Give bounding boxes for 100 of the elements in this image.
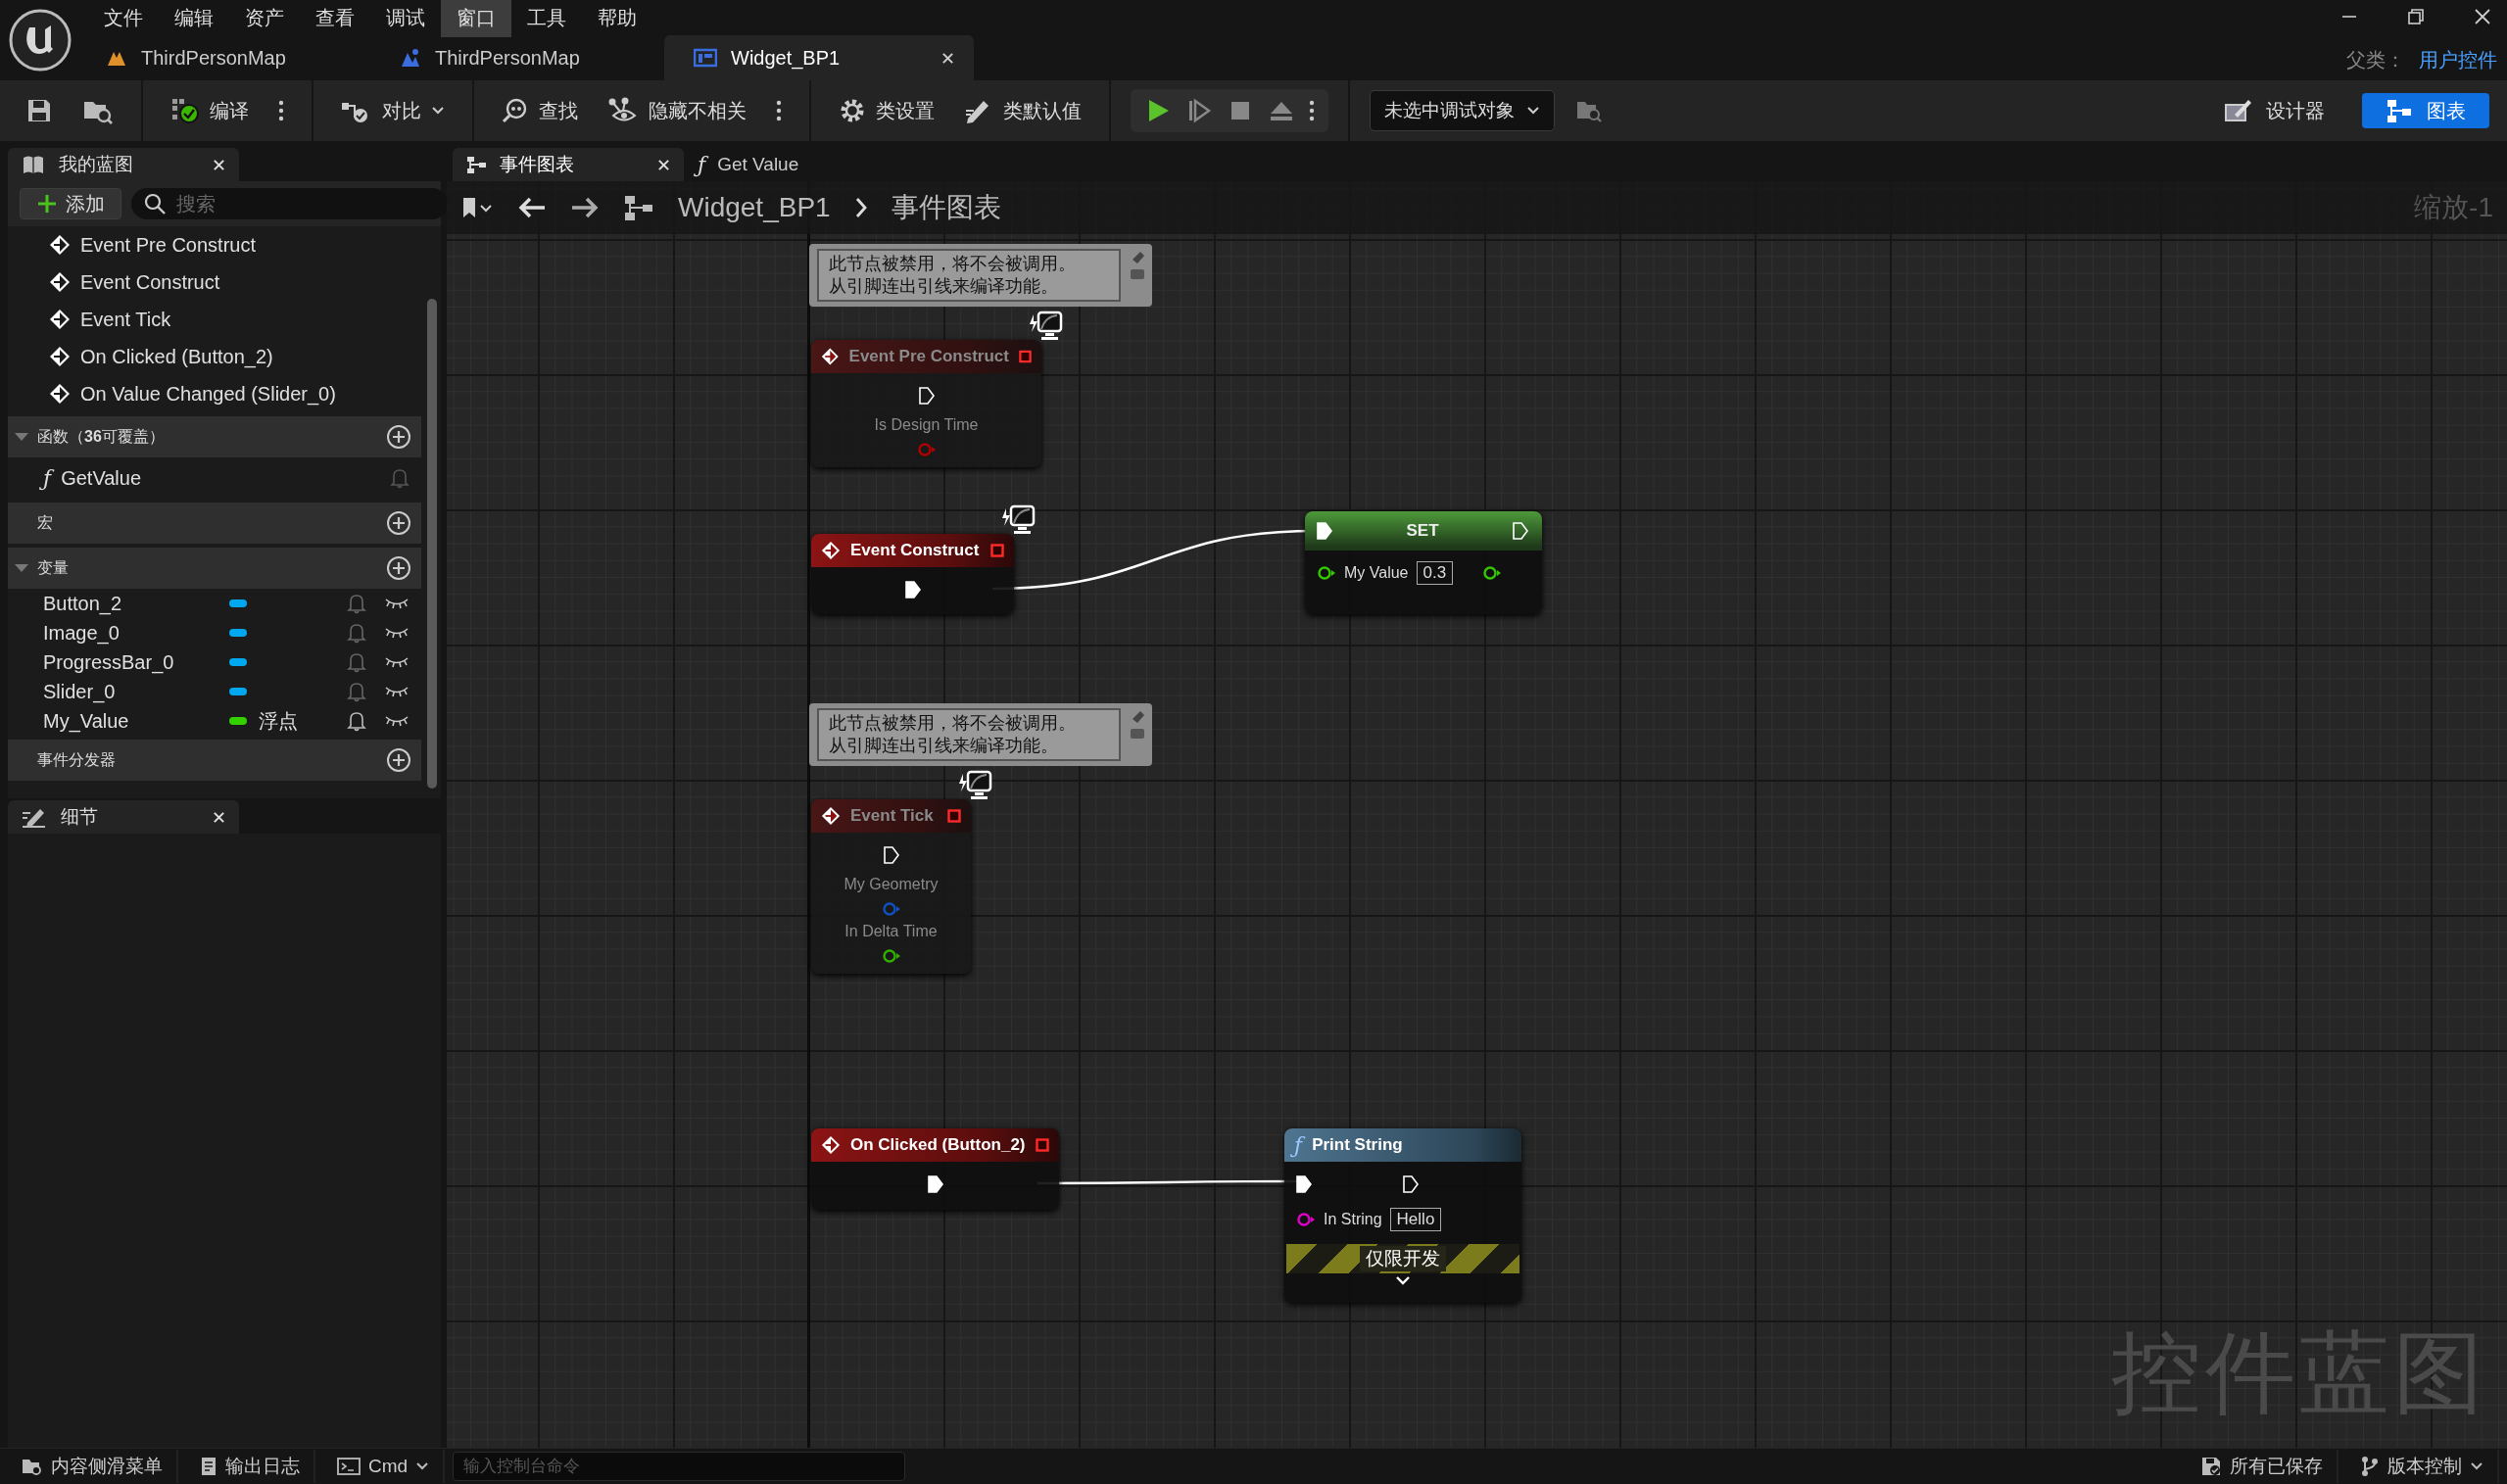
search-field[interactable]: 搜索: [131, 188, 448, 219]
exec-pin-icon[interactable]: [904, 581, 921, 598]
graph-node[interactable]: SET My Value 0.3: [1305, 511, 1542, 614]
forward-arrow-icon[interactable]: [570, 196, 600, 219]
closed-eye-icon[interactable]: [384, 685, 410, 698]
add-button[interactable]: 添加: [20, 188, 121, 219]
menu-item[interactable]: 资产: [229, 0, 300, 37]
graph-node[interactable]: On Clicked (Button_2): [811, 1128, 1059, 1210]
compile-button[interactable]: 编译: [163, 97, 257, 124]
details-tab[interactable]: 细节: [8, 800, 239, 834]
section-header[interactable]: 事件分发器: [8, 740, 421, 781]
exec-pin-icon[interactable]: [927, 1175, 943, 1193]
exec-pin-icon[interactable]: [1513, 522, 1528, 540]
save-status-button[interactable]: 所有已保存: [2187, 1450, 2338, 1483]
variable-item[interactable]: Button_2: [43, 592, 229, 615]
data-pin-icon[interactable]: [1317, 565, 1336, 581]
menu-item[interactable]: 工具: [511, 0, 582, 37]
pin-value-field[interactable]: 0.3: [1416, 561, 1454, 585]
cmd-dropdown[interactable]: Cmd: [323, 1450, 446, 1483]
scrollbar[interactable]: [427, 299, 437, 789]
browse-icon[interactable]: [1576, 99, 1602, 122]
output-log-button[interactable]: 输出日志: [186, 1450, 315, 1483]
closed-eye-icon[interactable]: [384, 655, 410, 669]
document-tab[interactable]: ThirdPersonMap: [76, 35, 370, 80]
close-icon[interactable]: [2474, 8, 2491, 25]
variable-item[interactable]: Slider_0: [43, 680, 229, 703]
closed-eye-icon[interactable]: [384, 597, 410, 610]
graph-tab[interactable]: ƒ Get Value: [684, 148, 880, 181]
exec-pin-icon[interactable]: [1317, 522, 1332, 540]
pin-value-field[interactable]: Hello: [1389, 1208, 1442, 1231]
variable-item[interactable]: My_Value: [43, 709, 229, 733]
menu-item[interactable]: 调试: [370, 0, 441, 37]
menu-item[interactable]: 查看: [300, 0, 370, 37]
diff-button[interactable]: 对比: [333, 97, 453, 124]
source-control-button[interactable]: 版本控制: [2346, 1450, 2499, 1483]
section-header[interactable]: 宏: [8, 503, 421, 544]
menu-item[interactable]: 帮助: [582, 0, 652, 37]
close-icon[interactable]: [213, 810, 225, 824]
exec-pin-icon[interactable]: [1403, 1175, 1419, 1193]
variable-item[interactable]: Image_0: [43, 621, 229, 645]
menu-item[interactable]: 文件: [88, 0, 159, 37]
my-blueprint-tab[interactable]: 我的蓝图: [8, 148, 239, 181]
section-header[interactable]: 函数（36可覆盖）: [8, 416, 421, 457]
expand-icon[interactable]: [1395, 1275, 1411, 1285]
add-icon[interactable]: [386, 747, 411, 773]
section-header[interactable]: 变量: [8, 548, 421, 589]
event-item[interactable]: Event Tick: [80, 308, 171, 331]
exec-pin-icon[interactable]: [1296, 1175, 1312, 1193]
hierarchy-icon[interactable]: [623, 194, 654, 221]
delegate-pin-icon[interactable]: [990, 544, 1004, 557]
document-tab[interactable]: Widget_BP1: [664, 35, 974, 80]
breadcrumb-item[interactable]: Widget_BP1: [678, 192, 831, 223]
bookmark-icon[interactable]: [460, 196, 494, 219]
more-icon[interactable]: [278, 99, 284, 122]
add-icon[interactable]: [386, 510, 411, 536]
event-item[interactable]: On Clicked (Button_2): [80, 345, 273, 368]
function-item[interactable]: GetValue: [61, 466, 142, 490]
bell-icon[interactable]: [347, 710, 366, 732]
add-icon[interactable]: [386, 555, 411, 581]
class-settings-button[interactable]: 类设置: [831, 97, 942, 124]
more-icon[interactable]: [1309, 99, 1315, 122]
event-item[interactable]: Event Construct: [80, 270, 220, 294]
data-pin-icon[interactable]: [1481, 565, 1502, 581]
save-icon[interactable]: [25, 97, 53, 124]
restore-icon[interactable]: [2407, 8, 2425, 25]
close-icon[interactable]: [213, 158, 225, 171]
mode-tab[interactable]: 图表: [2362, 93, 2489, 128]
more-icon[interactable]: [776, 99, 782, 122]
event-item[interactable]: On Value Changed (Slider_0): [80, 382, 336, 406]
book-icon: [22, 154, 45, 175]
debug-object-dropdown[interactable]: 未选中调试对象: [1370, 90, 1555, 131]
delegate-pin-icon[interactable]: [1036, 1138, 1049, 1152]
hide-unrelated-button[interactable]: 隐藏不相关: [600, 97, 754, 124]
add-icon[interactable]: [386, 424, 411, 450]
closed-eye-icon[interactable]: [384, 714, 410, 728]
mode-tab[interactable]: 设计器: [2199, 93, 2348, 128]
close-icon[interactable]: [657, 158, 670, 171]
data-pin-icon[interactable]: [1296, 1212, 1316, 1227]
back-arrow-icon[interactable]: [517, 196, 547, 219]
variable-item[interactable]: ProgressBar_0: [43, 650, 229, 674]
node-title: Print String: [1312, 1135, 1403, 1155]
expand-arrow-icon[interactable]: [14, 431, 29, 443]
class-defaults-button[interactable]: 类默认值: [956, 97, 1089, 124]
expand-arrow-icon[interactable]: [14, 562, 29, 574]
menu-item[interactable]: 窗口: [441, 0, 511, 37]
document-tab[interactable]: ThirdPersonMap: [370, 35, 664, 80]
close-icon[interactable]: [941, 51, 954, 65]
event-item[interactable]: Event Pre Construct: [80, 233, 256, 257]
content-drawer-button[interactable]: 内容侧滑菜单: [8, 1450, 178, 1483]
graph-tab[interactable]: 事件图表: [453, 148, 684, 181]
engine-logo[interactable]: [8, 8, 72, 72]
find-button[interactable]: 查找: [494, 97, 586, 124]
graph-canvas[interactable]: [447, 181, 2507, 1448]
breadcrumb-item[interactable]: 事件图表: [891, 189, 1001, 226]
closed-eye-icon[interactable]: [384, 626, 410, 640]
graph-node[interactable]: Event Construct: [811, 534, 1014, 614]
console-input[interactable]: 输入控制台命令: [453, 1452, 906, 1481]
menu-item[interactable]: 编辑: [159, 0, 229, 37]
graph-node[interactable]: ƒ Print String In String Hello 仅限开发: [1284, 1128, 1521, 1303]
parent-class-link[interactable]: 用户控件: [2419, 47, 2497, 73]
